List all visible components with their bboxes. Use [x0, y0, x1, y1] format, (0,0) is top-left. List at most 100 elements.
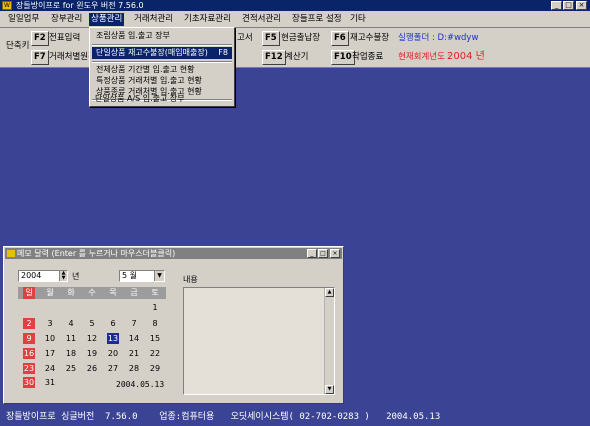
weekday-mon: 월 [46, 288, 54, 297]
f7-button[interactable]: F7 [31, 50, 49, 65]
weekday-sat: 토 [151, 288, 159, 297]
dropdown-item-label: 단일상품 재고수불장(매입매출장) [96, 48, 208, 57]
dropdown-item-label: 단일상품 A/S 입.출고 장부 [95, 94, 185, 103]
month-select[interactable]: 5 월 ▼ [119, 270, 165, 282]
weekday-sun: 일 [23, 287, 35, 299]
menu-client[interactable]: 거래처관리 [132, 13, 175, 26]
memo-maximize-button[interactable]: □ [318, 249, 328, 258]
calendar-day[interactable]: 7 [128, 318, 140, 329]
f5-label: 현금출납장 [281, 33, 321, 43]
fiscal-year-label: 현재회계년도 : [398, 52, 451, 62]
dropdown-separator [92, 44, 232, 46]
memo-content-textarea[interactable]: ▲ ▼ [183, 287, 335, 395]
year-spinner-arrows[interactable]: ▲ ▼ [59, 271, 67, 281]
weekday-wed: 수 [88, 288, 96, 297]
calendar-day[interactable]: 17 [44, 348, 56, 359]
dropdown-separator [92, 61, 232, 63]
calendar-day[interactable]: 6 [107, 318, 119, 329]
minimize-button[interactable]: _ [551, 1, 562, 10]
scroll-down-icon[interactable]: ▼ [325, 385, 334, 394]
title-bar: W 장들방이프로 for 윈도우 버전 7.56.0 _ □ × [0, 0, 590, 11]
calendar-day[interactable]: 20 [107, 348, 119, 359]
calendar-day[interactable]: 12 [86, 333, 98, 344]
calendar-day[interactable]: 21 [128, 348, 140, 359]
memo-title: 메모 달력 (Enter 를 누르거나 마우스더블클릭) [17, 249, 176, 258]
calendar-day[interactable]: 19 [86, 348, 98, 359]
calendar-day[interactable]: 5 [86, 318, 98, 329]
data-folder: 실행폴더 : D:#wdyw [398, 33, 479, 43]
calendar-day[interactable]: 28 [128, 363, 140, 374]
menu-product[interactable]: 상품관리 [89, 13, 125, 26]
menu-ledger[interactable]: 장부관리 [49, 13, 84, 26]
dropdown-item[interactable]: 조립상품 입.출고 장부 [92, 30, 232, 42]
calendar-day[interactable]: 9 [23, 333, 35, 344]
menu-etc[interactable]: 기타 [348, 13, 368, 26]
content-label: 내용 [183, 275, 198, 284]
calendar-weekday-header: 일 월 화 수 목 금 토 [18, 287, 166, 299]
year-unit: 년 [72, 272, 80, 281]
f12-label: 계산기 [285, 52, 309, 62]
memo-title-bar: 메모 달력 (Enter 를 누르거나 마우스더블클릭) _ □ × [5, 248, 342, 259]
calendar-day[interactable]: 13 [107, 333, 119, 344]
memo-scrollbar[interactable]: ▲ ▼ [324, 288, 334, 394]
menu-bar: 일일업무 장부관리 상품관리 거래처관리 기초자료관리 견적서관리 장들프로 설… [0, 11, 590, 28]
calendar-day[interactable]: 4 [65, 318, 77, 329]
maximize-button[interactable]: □ [563, 1, 574, 10]
calendar-day[interactable]: 26 [86, 363, 98, 374]
calendar-day[interactable]: 30 [23, 377, 35, 388]
calendar-day[interactable]: 1 [149, 302, 161, 313]
menu-base-data[interactable]: 기초자료관리 [182, 13, 233, 26]
calendar-day[interactable]: 23 [23, 363, 35, 374]
menu-settings[interactable]: 장들프로 설정 [290, 13, 344, 26]
f12-button[interactable]: F12 [262, 50, 286, 65]
f6-button[interactable]: F6 [331, 31, 349, 46]
dropdown-item-selected[interactable]: 단일상품 재고수불장(매입매출장) F8 [92, 47, 232, 59]
chevron-down-icon[interactable]: ▼ [154, 271, 164, 281]
calendar-day[interactable]: 8 [149, 318, 161, 329]
memo-close-button[interactable]: × [330, 249, 340, 258]
year-value: 2004 [21, 271, 42, 280]
weekday-thu: 목 [109, 288, 117, 297]
f5-button[interactable]: F5 [262, 31, 280, 46]
calendar-day[interactable]: 2 [23, 318, 35, 329]
calendar-day[interactable]: 10 [44, 333, 56, 344]
memo-minimize-button[interactable]: _ [307, 249, 317, 258]
calendar-day[interactable]: 14 [128, 333, 140, 344]
memo-calendar-window: 메모 달력 (Enter 를 누르거나 마우스더블클릭) _ □ × 2004 … [3, 246, 344, 404]
calendar-day[interactable]: 27 [107, 363, 119, 374]
calendar-day[interactable]: 29 [149, 363, 161, 374]
weekday-tue: 화 [67, 288, 75, 297]
shortcut-label: 단축키 [6, 41, 30, 51]
selected-date: 2004.05.13 [116, 380, 165, 389]
dropdown-item-as[interactable]: 단일상품 A/S 입.출고 장부 [91, 93, 231, 105]
f6-label: 재고수불장 [350, 33, 390, 43]
menu-estimate[interactable]: 견적서관리 [240, 13, 283, 26]
close-button[interactable]: × [576, 1, 587, 10]
memo-window-icon [7, 250, 15, 257]
fiscal-year: 2004 년 [447, 51, 485, 62]
scroll-up-icon[interactable]: ▲ [325, 288, 334, 297]
status-bar: 장들방이프로 싱글버전 7.56.0 업종:컴퓨터용 오딧세이시스템( 02-7… [0, 408, 590, 426]
dropdown-item-label: 전체상품 기간별 입.출고 현황 [96, 65, 195, 74]
f2-label: 전표입력 [49, 33, 81, 43]
window-title: 장들방이프로 for 윈도우 버전 7.56.0 [16, 1, 144, 10]
calendar-day[interactable]: 15 [149, 333, 161, 344]
calendar-day[interactable]: 18 [65, 348, 77, 359]
calendar-day[interactable]: 31 [44, 377, 56, 388]
calendar-day[interactable]: 11 [65, 333, 77, 344]
hidden-item-label: 고서 [237, 33, 253, 43]
f10-label: 작업종료 [352, 52, 384, 62]
menu-daily-work[interactable]: 일일업무 [6, 13, 41, 26]
f2-button[interactable]: F2 [31, 31, 49, 46]
dropdown-item-label: 특정상품 거래처별 입.출고 현황 [96, 76, 202, 85]
calendar-day[interactable]: 16 [23, 348, 35, 359]
calendar-day[interactable]: 24 [44, 363, 56, 374]
month-value: 5 월 [122, 271, 137, 280]
year-spinner[interactable]: 2004 ▲ ▼ [18, 270, 68, 282]
weekday-fri: 금 [130, 288, 138, 297]
dropdown-item-label: 조립상품 입.출고 장부 [96, 31, 170, 40]
calendar-day[interactable]: 22 [149, 348, 161, 359]
calendar-day[interactable]: 3 [44, 318, 56, 329]
calendar-day[interactable]: 25 [65, 363, 77, 374]
app-icon: W [2, 1, 12, 10]
